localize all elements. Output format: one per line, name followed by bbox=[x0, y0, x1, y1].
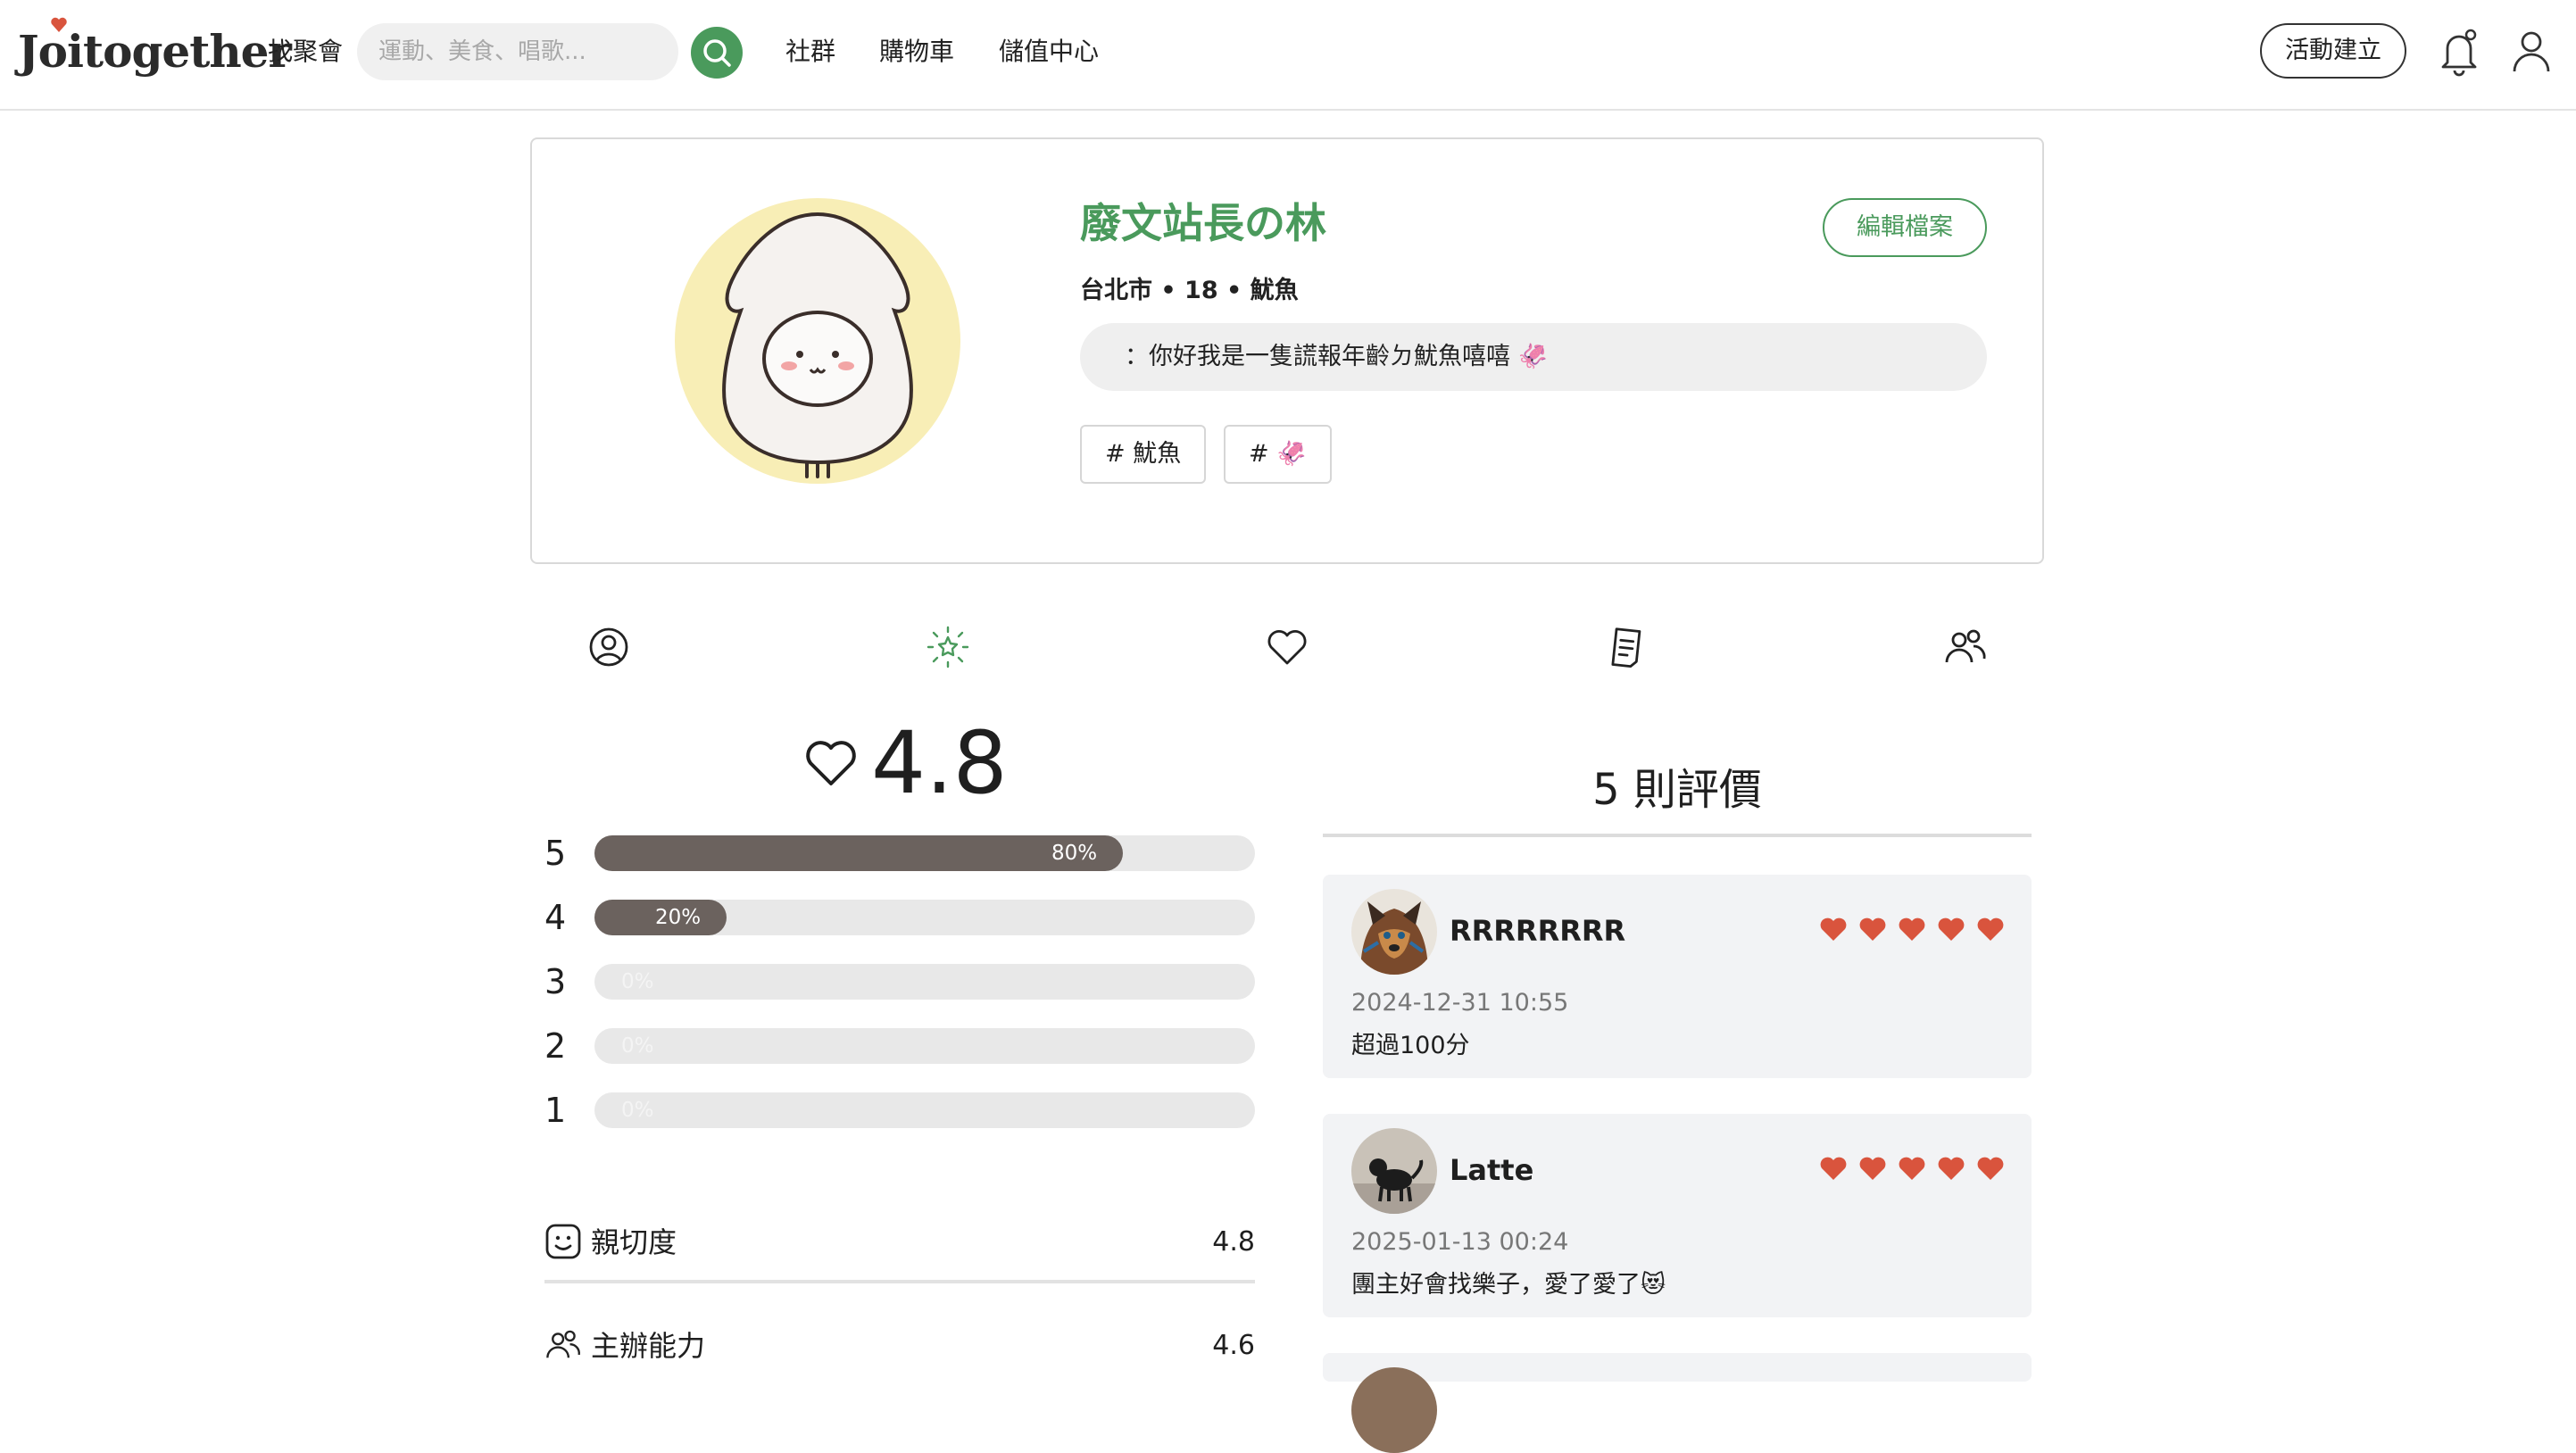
heart-filled-icon bbox=[1859, 917, 1886, 941]
heart-filled-icon bbox=[1859, 1157, 1886, 1180]
profile-tag[interactable]: # 魷魚 bbox=[1080, 425, 1207, 484]
rating-bar-percent: 0% bbox=[621, 1034, 654, 1058]
criteria-label: 親切度 bbox=[591, 1225, 677, 1259]
rating-bar-row: 5 80% bbox=[544, 835, 1255, 871]
find-events-link[interactable]: 找聚會 bbox=[268, 34, 343, 70]
rating-bar-row: 1 0% bbox=[544, 1092, 1255, 1128]
search-icon bbox=[703, 39, 731, 67]
reviewer-name[interactable]: Latte bbox=[1450, 1148, 1533, 1192]
heart-filled-icon bbox=[1820, 917, 1847, 941]
logo-heart-icon bbox=[51, 17, 67, 32]
search-button[interactable] bbox=[691, 27, 743, 79]
reviewer-name[interactable]: RRRRRRRR bbox=[1450, 909, 1625, 953]
profile-bio: ：你好我是一隻謊報年齡ㄉ魷魚嘻嘻 🦑 bbox=[1080, 323, 1987, 391]
search-input[interactable] bbox=[357, 23, 678, 80]
criteria-row-friendliness: 親切度 4.8 bbox=[544, 1217, 1255, 1283]
profile-card: 廢文站長の林 編輯檔案 台北市 • 18 • 魷魚 ：你好我是一隻謊報年齡ㄉ魷魚… bbox=[530, 137, 2044, 564]
nav-cart[interactable]: 購物車 bbox=[879, 34, 954, 70]
review-hearts bbox=[1819, 1155, 2005, 1182]
site-logo[interactable]: Joitogether bbox=[18, 17, 292, 84]
rating-bar-percent: 0% bbox=[621, 970, 654, 993]
people-icon bbox=[546, 1330, 580, 1358]
review-hearts bbox=[1819, 916, 2005, 942]
rating-bar-star: 2 bbox=[544, 1026, 567, 1066]
rating-bar-track: 0% bbox=[594, 1028, 1255, 1064]
rating-bar-star: 1 bbox=[544, 1091, 567, 1130]
divider bbox=[1323, 834, 2032, 837]
create-event-button[interactable]: 活動建立 bbox=[2260, 23, 2406, 79]
divider bbox=[544, 1280, 1255, 1283]
rating-bar-percent: 20% bbox=[655, 906, 702, 929]
rating-bar-track: 0% bbox=[594, 964, 1255, 1000]
rating-tab-icon[interactable] bbox=[926, 625, 970, 669]
heart-filled-icon bbox=[1977, 1157, 2004, 1180]
top-navbar: Joitogether 找聚會 社群 購物車 儲值中心 活動建立 bbox=[0, 0, 2576, 111]
criteria-value: 4.8 bbox=[1212, 1226, 1255, 1258]
profile-tag[interactable]: # 🦑 bbox=[1224, 425, 1332, 484]
rating-bar-percent: 0% bbox=[621, 1099, 654, 1122]
squid-avatar-illustration bbox=[722, 212, 913, 478]
smiley-icon bbox=[545, 1224, 581, 1259]
groups-tab-icon[interactable] bbox=[1943, 625, 1988, 669]
rating-bar-track: 80% bbox=[594, 835, 1255, 871]
favorites-tab-icon[interactable] bbox=[1265, 625, 1309, 669]
posts-tab-icon[interactable] bbox=[1604, 625, 1649, 669]
heart-filled-icon bbox=[1938, 917, 1965, 941]
heart-filled-icon bbox=[1938, 1157, 1965, 1180]
review-date: 2025-01-13 00:24 bbox=[1351, 1228, 1569, 1256]
user-icon[interactable] bbox=[2510, 29, 2553, 75]
review-text: 團主好會找樂子，愛了愛了😻 bbox=[1351, 1271, 1666, 1299]
rating-bar-fill bbox=[594, 835, 1123, 871]
review-card: RRRRRRRR 2024-12-31 10:55 超過100分 bbox=[1323, 875, 2032, 1078]
rating-bar-star: 3 bbox=[544, 962, 567, 1001]
nav-community[interactable]: 社群 bbox=[785, 34, 835, 70]
profile-avatar bbox=[675, 198, 960, 484]
rating-bar-row: 3 0% bbox=[544, 964, 1255, 1000]
reviewer-avatar[interactable] bbox=[1351, 1367, 1437, 1453]
nav-topup[interactable]: 儲值中心 bbox=[999, 34, 1099, 70]
heart-filled-icon bbox=[1899, 917, 1925, 941]
criteria-row-hosting: 主辦能力 4.6 bbox=[544, 1321, 1255, 1371]
rating-bar-star: 4 bbox=[544, 898, 567, 937]
review-date: 2024-12-31 10:55 bbox=[1351, 989, 1569, 1017]
review-card bbox=[1323, 1353, 2032, 1453]
rating-bar-row: 2 0% bbox=[544, 1028, 1255, 1064]
heart-filled-icon bbox=[1820, 1157, 1847, 1180]
criteria-label: 主辦能力 bbox=[591, 1329, 706, 1363]
profile-name: 廢文站長の林 bbox=[1080, 199, 1326, 247]
rating-bar-row: 4 20% bbox=[544, 900, 1255, 935]
edit-profile-button[interactable]: 編輯檔案 bbox=[1823, 198, 1987, 257]
rating-bar-star: 5 bbox=[544, 834, 567, 873]
dog-portrait-avatar bbox=[1351, 889, 1437, 975]
heart-outline-icon bbox=[806, 741, 856, 785]
heart-filled-icon bbox=[1899, 1157, 1925, 1180]
dog-photo-avatar bbox=[1351, 1128, 1437, 1214]
rating-bar-track: 0% bbox=[594, 1092, 1255, 1128]
profile-tab-icon[interactable] bbox=[586, 625, 631, 669]
average-rating-value: 4.8 bbox=[871, 713, 1008, 813]
reviews-title: 5 則評價 bbox=[1592, 765, 1762, 815]
bell-icon[interactable] bbox=[2437, 27, 2481, 77]
criteria-value: 4.6 bbox=[1212, 1330, 1255, 1361]
profile-meta: 台北市 • 18 • 魷魚 bbox=[1080, 277, 1299, 304]
review-card: Latte 2025-01-13 00:24 團主好會找樂子，愛了愛了😻 bbox=[1323, 1114, 2032, 1317]
rating-bar-track: 20% bbox=[594, 900, 1255, 935]
average-rating: 4.8 bbox=[803, 714, 1008, 812]
review-text: 超過100分 bbox=[1351, 1032, 1470, 1059]
heart-filled-icon bbox=[1977, 917, 2004, 941]
reviewer-avatar[interactable] bbox=[1351, 889, 1437, 975]
rating-bar-percent: 80% bbox=[1051, 842, 1098, 865]
reviewer-avatar[interactable] bbox=[1351, 1128, 1437, 1214]
